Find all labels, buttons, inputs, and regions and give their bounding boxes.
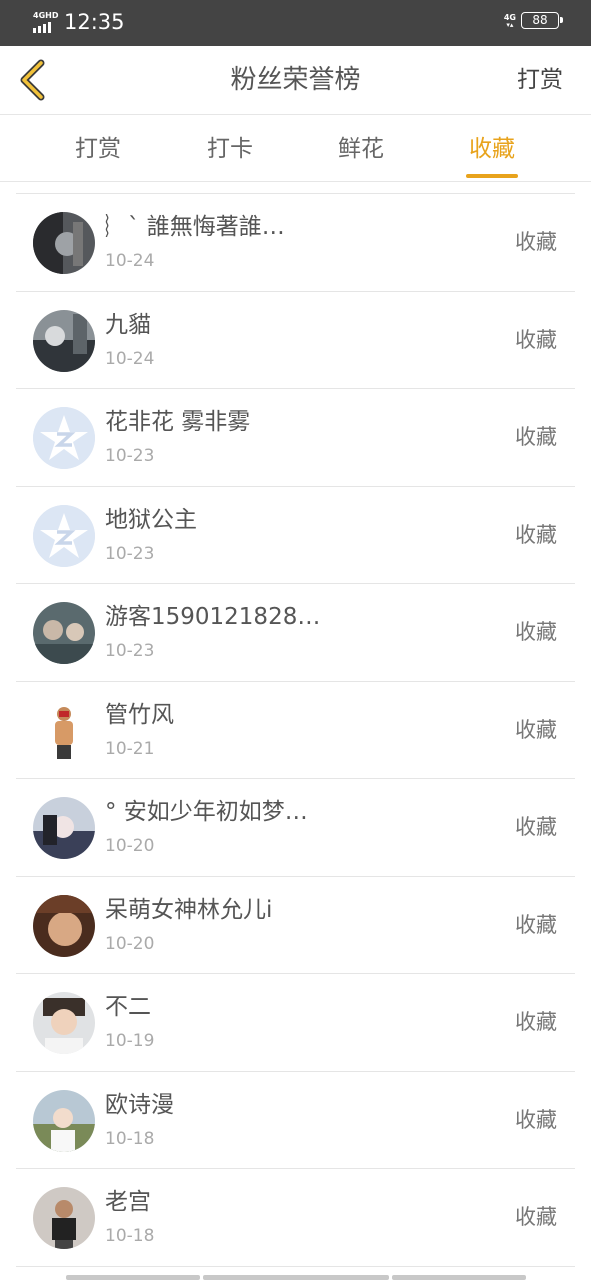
avatar [33,894,95,957]
fan-date: 10-18 [105,1128,155,1149]
fan-name: 九貓 [105,311,151,338]
fan-date: 10-18 [105,1226,155,1246]
scroll-indicator [66,1275,526,1280]
list-item[interactable]: 游客1590121828… 10-23 收藏 [16,584,575,682]
fan-name: 花非花 雾非雾 [105,409,251,435]
fan-action: 收藏 [515,815,557,839]
fan-date: 10-21 [105,738,155,759]
tab-favorites[interactable]: 收藏 [447,116,537,182]
fan-action: 收藏 [515,1010,557,1034]
tab-label: 鲜花 [338,136,384,162]
fan-date: 10-23 [105,446,155,466]
cellular-signal-icon: 4GHD [33,12,59,34]
status-right: 4G ▾▴ 88 [503,12,563,29]
battery-level: 88 [532,13,548,27]
fan-name: ° 安如少年初如梦… [105,799,308,825]
fan-name: 管竹风 [105,701,174,728]
tab-label: 收藏 [469,136,515,162]
list-item[interactable]: 不二 10-19 收藏 [16,974,575,1072]
tab-label: 打赏 [75,136,121,162]
avatar [33,309,95,372]
back-button[interactable] [12,58,52,102]
chevron-left-icon [20,59,45,101]
fan-action: 收藏 [515,425,557,449]
fan-date: 10-20 [105,836,155,856]
list-item[interactable]: ︴` 誰無悔著誰… 10-24 收藏 [16,194,575,292]
mobile-data-icon: 4G ▾▴ [503,12,516,29]
status-bar: 4GHD 12:35 4G ▾▴ 88 [0,0,591,46]
fan-name: 不二 [105,994,151,1020]
battery-icon: 88 [521,12,563,29]
list-item[interactable]: 地狱公主 10-23 收藏 [16,487,575,584]
list-item[interactable]: 管竹风 10-21 收藏 [16,682,575,779]
avatar [33,602,95,664]
nav-bar: 粉丝荣誉榜 打赏 [0,46,591,115]
list-item[interactable]: 九貓 10-24 收藏 [16,292,575,389]
active-tab-indicator [466,174,518,178]
fan-action: 收藏 [515,1107,557,1132]
signal-tag: 4GHD [33,11,59,20]
avatar [33,797,95,859]
fan-name: 老宫 [105,1189,151,1215]
fan-action: 收藏 [515,230,557,254]
tab-bar: 打赏 打卡 鲜花 收藏 [0,116,591,182]
fan-name: 呆萌女神林允儿i [105,896,273,923]
fan-action: 收藏 [515,912,557,937]
avatar [33,992,95,1054]
fan-name: 游客1590121828… [105,604,321,630]
status-left: 4GHD 12:35 [33,10,125,34]
fan-date: 10-19 [105,1031,155,1051]
clock: 12:35 [64,10,125,34]
fan-name: 地狱公主 [105,506,197,533]
default-avatar-icon [33,407,95,469]
fan-date: 10-23 [105,641,155,661]
avatar [33,699,95,762]
fan-date: 10-24 [105,348,155,369]
fan-date: 10-20 [105,933,155,954]
tab-label: 打卡 [207,136,253,162]
fan-name: ︴` 誰無悔著誰… [105,214,285,240]
list-item[interactable]: ° 安如少年初如梦… 10-20 收藏 [16,779,575,877]
fan-action: 收藏 [515,1205,557,1229]
fan-list: ︴` 誰無悔著誰… 10-24 收藏 九貓 10-24 收藏 花非花 雾非雾 1… [16,193,575,1267]
avatar [33,1089,95,1152]
list-item[interactable]: 欧诗漫 10-18 收藏 [16,1072,575,1169]
list-item[interactable]: 花非花 雾非雾 10-23 收藏 [16,389,575,487]
reward-button[interactable]: 打赏 [517,64,563,96]
avatar [33,1187,95,1249]
default-avatar-icon [33,504,95,567]
avatar [33,212,95,274]
fan-date: 10-24 [105,251,155,271]
fan-action: 收藏 [515,522,557,547]
fan-date: 10-23 [105,543,155,564]
fan-action: 收藏 [515,327,557,352]
page-title: 粉丝荣誉榜 [230,65,361,95]
tab-flowers[interactable]: 鲜花 [316,116,406,182]
list-item[interactable]: 老宫 10-18 收藏 [16,1169,575,1267]
fan-action: 收藏 [515,717,557,742]
fan-name: 欧诗漫 [105,1091,174,1118]
list-item[interactable]: 呆萌女神林允儿i 10-20 收藏 [16,877,575,974]
tab-checkin[interactable]: 打卡 [185,116,275,182]
fan-action: 收藏 [515,620,557,644]
tab-reward[interactable]: 打赏 [53,116,143,182]
